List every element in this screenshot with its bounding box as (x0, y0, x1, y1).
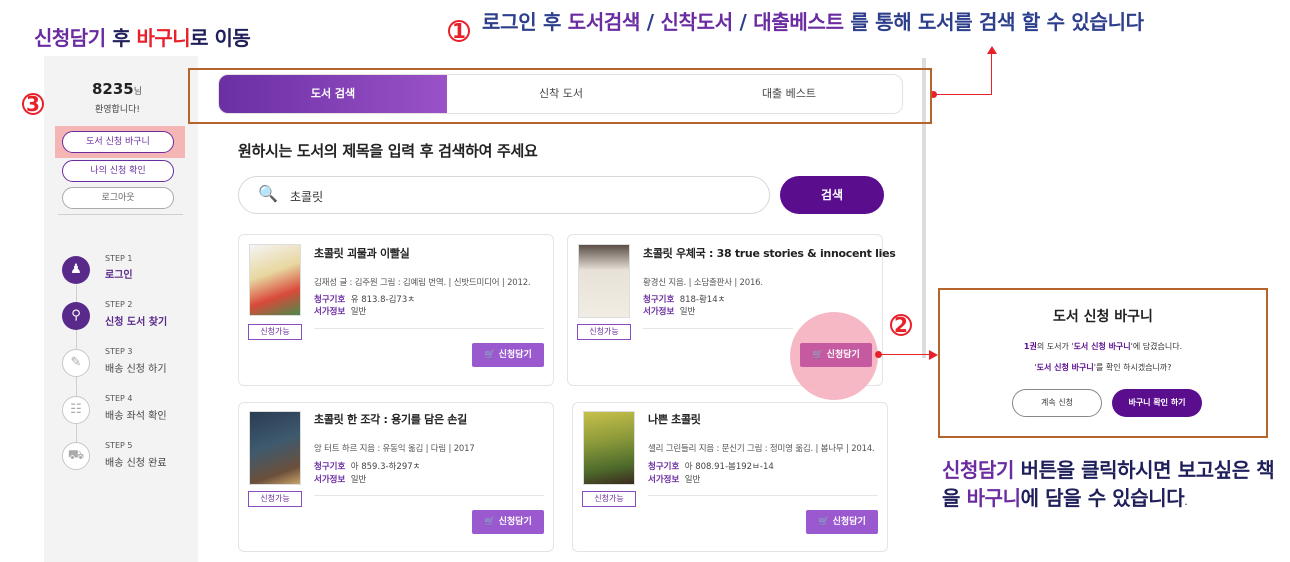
welcome-text: 환영합니다! (95, 105, 141, 115)
delivery-form-icon: ✎ (62, 349, 90, 377)
card-divider (314, 495, 544, 496)
step-1-number: STEP 1 (105, 254, 133, 263)
book-title: 초콜릿 괴물과 이빨실 (314, 247, 410, 260)
book-author: 앙 터트 하르 지음 : 유동익 옮김 | 다림 | 2017 (314, 444, 475, 454)
logout-button[interactable]: 로그아웃 (62, 187, 174, 209)
book-author: 샐리 그린들리 지음 : 문신기 그림 : 정미영 옮김. | 봄나무 | 20… (648, 444, 875, 454)
step-2-name: 신청 도서 찾기 (105, 317, 168, 328)
sidebar-divider (58, 214, 183, 215)
book-author: 김재성 글 : 김주원 그림 : 김예림 번역. | 신밧드미디어 | 2012… (314, 278, 531, 288)
available-badge: 신청가능 (248, 324, 302, 340)
annotation-number-1: 1 (448, 20, 470, 42)
dialog-title: 도서 신청 바구니 (1053, 309, 1153, 325)
book-cover-image (578, 244, 630, 318)
book-location: 서가정보 일반 (314, 475, 367, 485)
book-author: 황경신 지음. | 소담출판사 | 2016. (643, 278, 763, 288)
annotation-arrow-1-v (991, 52, 992, 95)
dialog-message: 1권의 도서가 '도서 신청 바구니'에 담겼습니다. (1023, 342, 1183, 351)
book-title: 초콜릿 한 조각 : 용기를 담은 손길 (314, 413, 467, 426)
book-location: 서가정보 일반 (643, 307, 696, 317)
available-badge: 신청가능 (248, 491, 302, 507)
annotation-number-3: 3 (22, 93, 44, 115)
book-location: 서가정보 일반 (648, 475, 701, 485)
seat-check-icon: ☷ (62, 396, 90, 424)
book-cover-image (249, 411, 301, 485)
search-icon: 🔍 (258, 184, 278, 203)
user-id: 8235님 (92, 80, 143, 98)
add-to-basket-button[interactable]: 🛒 신청담기 (800, 343, 872, 367)
book-cover-image (249, 244, 301, 316)
step-4-number: STEP 4 (105, 394, 133, 403)
view-basket-button[interactable]: 바구니 확인 하기 (1112, 389, 1202, 417)
cart-icon: 🛒 (484, 517, 496, 527)
card-divider (648, 495, 878, 496)
card-divider (643, 328, 793, 329)
book-title: 초콜릿 우체국 : 38 true stories & innocent lie… (643, 247, 896, 260)
step-5-number: STEP 5 (105, 441, 133, 450)
annotation-box-tabs (188, 68, 932, 124)
cart-icon: 🛒 (812, 350, 824, 360)
search-button[interactable]: 검색 (780, 176, 884, 214)
book-call-number: 청구기호 아 808.91-봄192ㅂ-14 (648, 462, 774, 472)
book-title: 나쁜 초콜릿 (648, 413, 701, 426)
step-2-number: STEP 2 (105, 300, 133, 309)
annotation-arrowhead-1 (987, 46, 997, 54)
step-1-name: 로그인 (105, 270, 133, 281)
book-call-number: 청구기호 818-황14ㅊ (643, 295, 726, 305)
card-divider (314, 328, 544, 329)
add-to-basket-button[interactable]: 🛒 신청담기 (472, 343, 544, 367)
book-cover-image (583, 411, 635, 485)
step-4-name: 배송 좌석 확인 (105, 411, 167, 422)
my-requests-button[interactable]: 나의 신청 확인 (62, 160, 174, 182)
step-3-name: 배송 신청 하기 (105, 364, 167, 375)
annotation-dot-2 (875, 351, 882, 358)
add-to-basket-button[interactable]: 🛒 신청담기 (472, 510, 544, 534)
basket-button[interactable]: 도서 신청 바구니 (62, 131, 174, 153)
annotation-step1-text: 로그인 후 도서검색 / 신착도서 / 대출베스트 를 통해 도서를 검색 할 … (482, 10, 1144, 34)
annotation-arrow-2 (878, 354, 930, 355)
book-call-number: 청구기호 아 859.3-하297ㅊ (314, 462, 421, 472)
annotation-number-2: 2 (890, 314, 912, 336)
book-location: 서가정보 일반 (314, 307, 367, 317)
step-3-number: STEP 3 (105, 347, 133, 356)
available-badge: 신청가능 (582, 491, 636, 507)
search-heading: 원하시는 도서의 제목을 입력 후 검색하여 주세요 (238, 142, 538, 160)
add-to-basket-button[interactable]: 🛒 신청담기 (806, 510, 878, 534)
cart-icon: 🛒 (484, 350, 496, 360)
annotation-step3-title: 신청담기 후 바구니로 이동 (34, 26, 251, 50)
annotation-arrowhead-2 (929, 350, 938, 360)
annotation-step2-text: 신청담기 버튼을 클릭하시면 보고싶은 책을 바구니에 담을 수 있습니다. (942, 458, 1275, 510)
continue-request-button[interactable]: 계속 신청 (1012, 389, 1102, 417)
search-input-value: 초콜릿 (290, 190, 324, 204)
user-icon: ♟ (62, 256, 90, 284)
step-5-name: 배송 신청 완료 (105, 458, 167, 469)
book-search-icon: ⚲ (62, 302, 90, 330)
cart-icon: 🛒 (818, 517, 830, 527)
dialog-question: '도서 신청 바구니'를 확인 하시겠습니까? (1034, 363, 1172, 372)
available-badge: 신청가능 (577, 324, 631, 340)
book-call-number: 청구기호 유 813.8-김73ㅊ (314, 295, 416, 305)
delivery-complete-icon: ⛟ (62, 442, 90, 470)
annotation-arrow-1-h (934, 94, 992, 95)
